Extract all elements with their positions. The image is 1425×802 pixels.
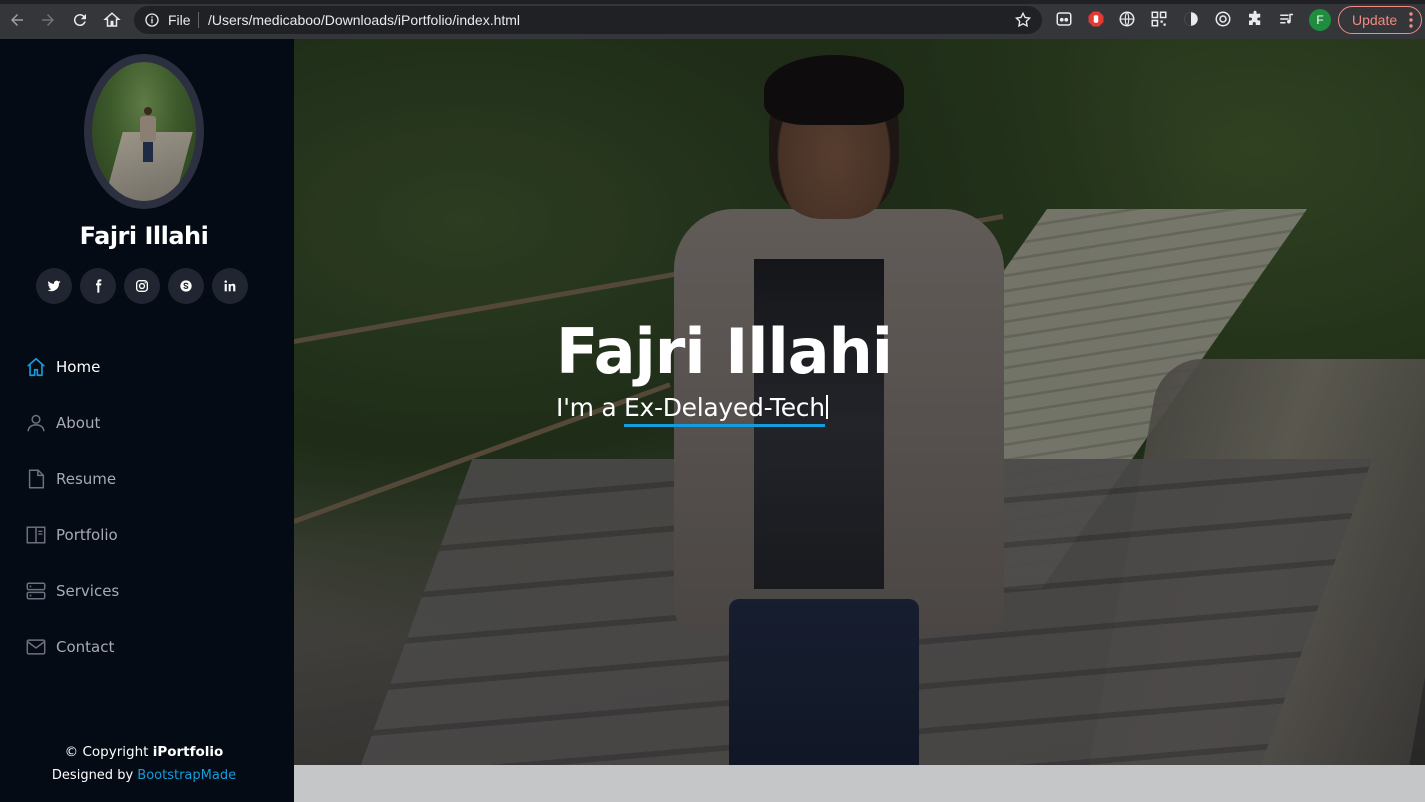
nav-item-resume[interactable]: Resume — [25, 451, 285, 507]
globe-icon — [1119, 11, 1135, 27]
house-icon — [103, 12, 121, 27]
extension-target[interactable] — [1214, 10, 1232, 28]
credits-line: Designed by BootstrapMade — [0, 768, 288, 788]
home-icon — [25, 356, 47, 378]
reader-extension-icon — [1056, 12, 1072, 26]
twitter-link[interactable] — [36, 268, 72, 304]
arrow-right-icon — [42, 14, 54, 26]
copyright-prefix: © Copyright — [64, 744, 153, 760]
home-button[interactable] — [101, 9, 123, 31]
half-circle-icon — [1184, 12, 1198, 26]
profile-avatar[interactable]: F — [1309, 9, 1331, 31]
info-icon[interactable] — [144, 12, 160, 28]
hero-subtitle: I'm a Ex-Delayed-Tech — [556, 393, 828, 427]
extension-dark-mode[interactable] — [1182, 10, 1200, 28]
update-button[interactable]: Update — [1338, 6, 1422, 34]
instagram-link[interactable] — [124, 268, 160, 304]
envelope-icon — [25, 636, 47, 658]
linkedin-link[interactable] — [212, 268, 248, 304]
media-controls[interactable] — [1278, 10, 1296, 28]
arrow-left-icon — [11, 14, 23, 26]
nav-label-services: Services — [56, 582, 120, 600]
instagram-icon — [136, 280, 148, 292]
credits-prefix: Designed by — [51, 768, 138, 783]
reload-button[interactable] — [69, 9, 91, 31]
extension-qr[interactable] — [1150, 10, 1168, 28]
reload-icon — [73, 14, 86, 27]
book-icon — [25, 524, 47, 546]
nav-item-contact[interactable]: Contact — [25, 619, 285, 675]
skype-link[interactable] — [168, 268, 204, 304]
social-links — [36, 268, 248, 304]
server-icon — [25, 580, 47, 602]
nav-label-portfolio: Portfolio — [56, 526, 118, 544]
typed-text: Ex-Delayed-Tech — [624, 393, 825, 427]
url-text[interactable]: /Users/medicaboo/Downloads/iPortfolio/in… — [208, 12, 520, 28]
back-button[interactable] — [6, 9, 28, 31]
hero-title: Fajri Illahi — [556, 315, 893, 388]
hand-stop-icon — [1088, 11, 1104, 27]
nav-item-portfolio[interactable]: Portfolio — [25, 507, 285, 563]
bootstrapmade-link[interactable]: BootstrapMade — [137, 768, 236, 783]
bookmark-star-icon[interactable] — [1014, 11, 1032, 29]
tab-strip-edge — [0, 0, 1425, 4]
copyright-brand: iPortfolio — [152, 744, 224, 760]
sidebar: Fajri Illahi Home About Resume Portfolio… — [0, 39, 294, 802]
photo-person — [140, 107, 156, 167]
hero-section: Fajri Illahi I'm a Ex-Delayed-Tech — [294, 39, 1425, 765]
twitter-icon — [47, 280, 61, 292]
more-vertical-icon — [1409, 12, 1413, 28]
profile-photo — [84, 54, 204, 209]
browser-toolbar: File /Users/medicaboo/Downloads/iPortfol… — [0, 0, 1425, 39]
facebook-link[interactable] — [80, 268, 116, 304]
extension-globe[interactable] — [1118, 10, 1136, 28]
nav-item-home[interactable]: Home — [25, 339, 285, 395]
update-label: Update — [1352, 12, 1398, 28]
copyright-line: © Copyright iPortfolio — [0, 744, 288, 764]
sidebar-nav: Home About Resume Portfolio Services Con… — [25, 339, 285, 675]
nav-label-home: Home — [56, 358, 101, 376]
nav-item-about[interactable]: About — [25, 395, 285, 451]
nav-label-contact: Contact — [56, 638, 115, 656]
typing-cursor — [825, 395, 828, 419]
qr-code-icon — [1151, 11, 1167, 27]
skype-icon — [180, 280, 192, 292]
extensions-menu[interactable] — [1246, 10, 1264, 28]
address-bar[interactable]: File /Users/medicaboo/Downloads/iPortfol… — [134, 6, 1042, 34]
file-icon — [25, 468, 47, 490]
hero-subtitle-prefix: I'm a — [556, 393, 625, 422]
facebook-icon — [96, 279, 102, 293]
hero-overlay — [294, 39, 1425, 765]
profile-name[interactable]: Fajri Illahi — [0, 222, 288, 250]
puzzle-piece-icon — [1249, 10, 1261, 25]
extension-reader[interactable] — [1055, 10, 1073, 28]
forward-button[interactable] — [37, 9, 59, 31]
person-icon — [25, 412, 47, 434]
nav-label-resume: Resume — [56, 470, 117, 488]
page-bottom-strip — [294, 765, 1425, 802]
playlist-icon — [1280, 13, 1293, 24]
scheme-label: File — [168, 12, 191, 28]
target-icon — [1215, 11, 1231, 27]
nav-item-services[interactable]: Services — [25, 563, 285, 619]
linkedin-icon — [224, 280, 236, 292]
omnibox-divider — [198, 12, 199, 28]
nav-label-about: About — [56, 414, 101, 432]
sidebar-footer: © Copyright iPortfolio Designed by Boots… — [0, 744, 288, 788]
extension-adblock[interactable] — [1087, 10, 1105, 28]
